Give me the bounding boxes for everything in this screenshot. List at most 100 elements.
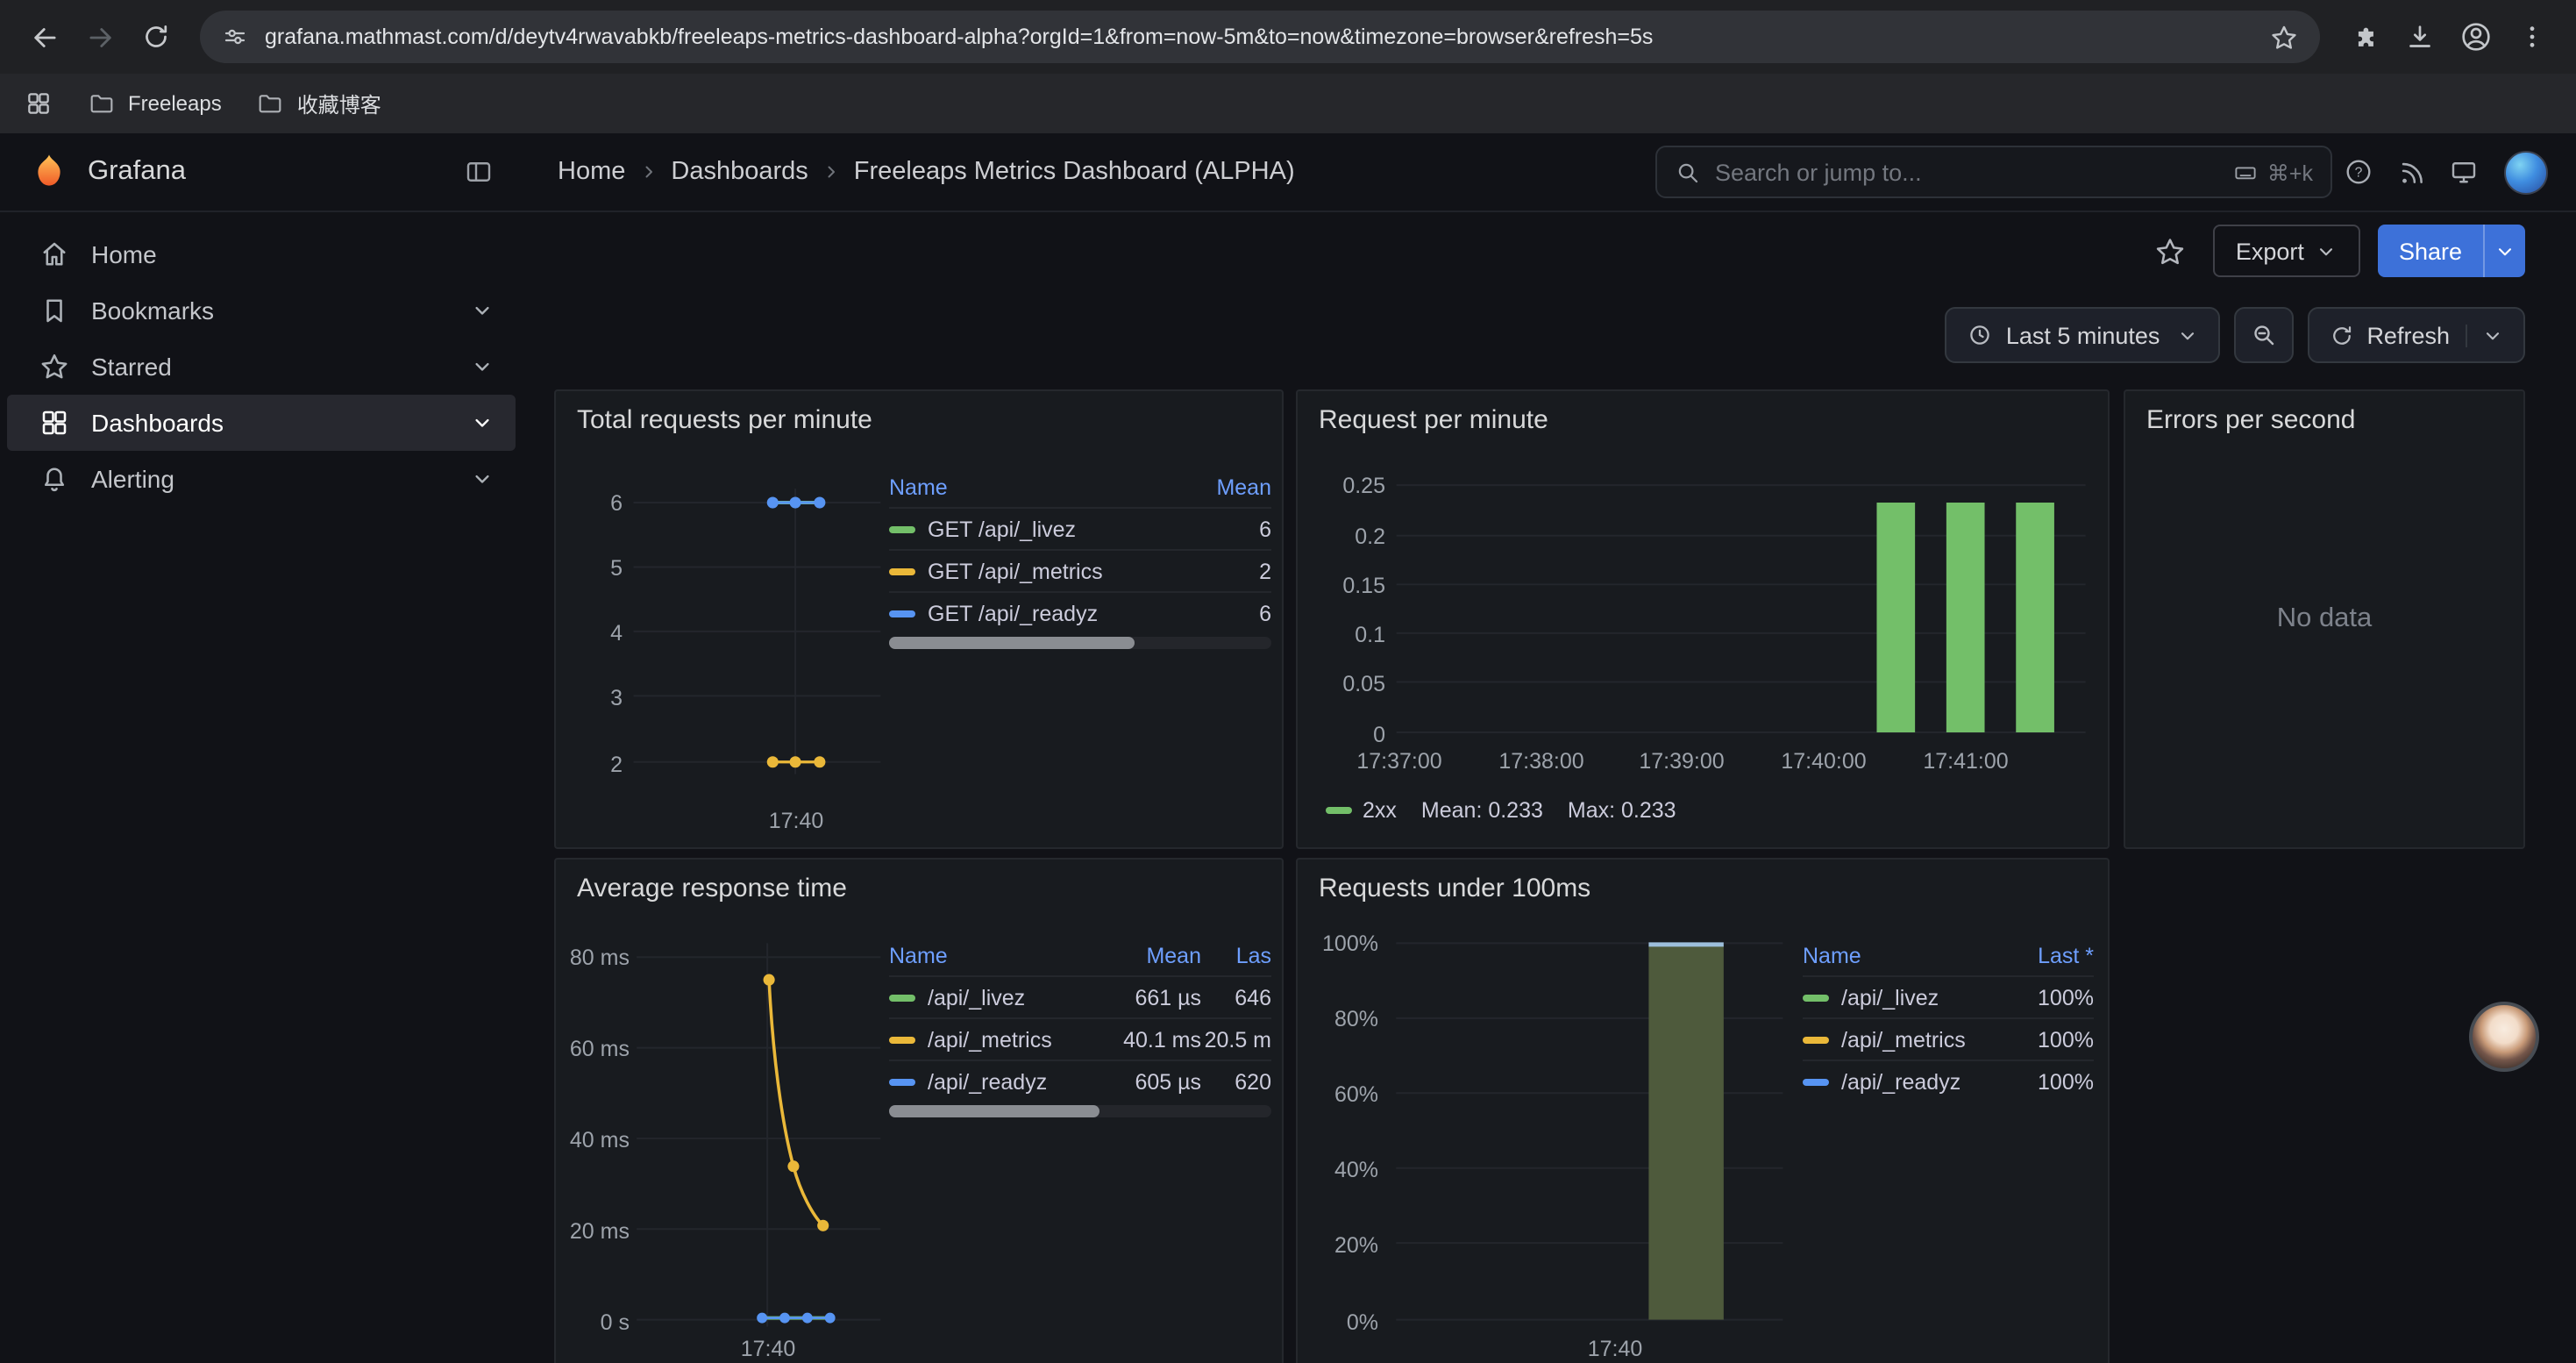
breadcrumb-dashboards[interactable]: Dashboards <box>671 158 808 186</box>
legend-col-name[interactable]: Name <box>1803 944 2010 968</box>
time-range-picker[interactable]: Last 5 minutes <box>1945 307 2220 363</box>
search-box[interactable]: ⌘+k <box>1655 146 2332 198</box>
zoom-out-button[interactable] <box>2233 307 2293 363</box>
x-tick-label: 17:38:00 <box>1485 747 1598 775</box>
news-button[interactable] <box>2385 146 2437 198</box>
browser-menu-button[interactable] <box>2506 11 2558 63</box>
legend-row[interactable]: /api/_metrics 40.1 ms 20.5 m <box>889 1017 1271 1060</box>
legend-col-mean[interactable]: Mean <box>1099 944 1201 968</box>
legend-row[interactable]: /api/_readyz 100% <box>1803 1060 2094 1102</box>
url-bar[interactable]: grafana.mathmast.com/d/deytv4rwavabkb/fr… <box>200 11 2320 63</box>
panel-title[interactable]: Errors per second <box>2146 405 2355 435</box>
user-avatar[interactable] <box>2504 150 2548 194</box>
assistant-avatar-button[interactable] <box>2469 1002 2539 1072</box>
sidebar-item-bookmarks[interactable]: Bookmarks <box>7 282 516 339</box>
chevron-down-icon[interactable] <box>470 467 495 491</box>
folder-icon <box>88 89 116 118</box>
series-name[interactable]: GET /api/_readyz <box>928 601 1098 625</box>
dashboards-grid-icon <box>39 407 70 439</box>
search-shortcut: ⌘+k <box>2232 159 2313 185</box>
time-controls: Last 5 minutes Refresh <box>1945 307 2525 363</box>
profile-icon <box>2459 19 2494 54</box>
sidebar-item-label: Dashboards <box>91 409 224 437</box>
series-name[interactable]: /api/_metrics <box>928 1027 1052 1052</box>
legend-col-name[interactable]: Name <box>889 475 1184 500</box>
y-tick-label: 0.25 <box>1308 472 1385 500</box>
apps-grid-icon[interactable] <box>25 89 53 118</box>
bookmark-label: Freeleaps <box>128 91 222 116</box>
forward-button[interactable] <box>74 11 126 63</box>
legend-scrollbar[interactable] <box>889 1105 1271 1117</box>
legend-rows: /api/_livez 661 µs 646 /api/_metrics 40.… <box>889 975 1271 1102</box>
p2-bar-chart[interactable] <box>1298 391 2108 847</box>
star-icon <box>2154 234 2188 268</box>
series-name[interactable]: GET /api/_livez <box>928 517 1076 541</box>
sidebar-item-alerting[interactable]: Alerting <box>7 451 516 507</box>
panel-average-response-time: Average response time 80 ms60 ms40 ms20 … <box>554 858 1284 1363</box>
extensions-button[interactable] <box>2338 11 2390 63</box>
url-text[interactable]: grafana.mathmast.com/d/deytv4rwavabkb/fr… <box>265 25 2253 49</box>
legend-row[interactable]: /api/_readyz 605 µs 620 <box>889 1060 1271 1102</box>
y-axis: 65432 <box>573 391 623 847</box>
export-button[interactable]: Export <box>2213 225 2360 277</box>
breadcrumb-current: Freeleaps Metrics Dashboard (ALPHA) <box>854 158 1295 186</box>
series-name[interactable]: /api/_livez <box>1841 985 1939 1010</box>
display-button[interactable] <box>2437 146 2490 198</box>
refresh-button[interactable]: Refresh <box>2307 307 2525 363</box>
legend-item[interactable]: 2xx <box>1326 798 1397 823</box>
chevron-down-icon[interactable] <box>470 354 495 379</box>
series-last: 100% <box>2010 1027 2094 1052</box>
forward-icon <box>83 20 117 54</box>
series-last: 100% <box>2010 985 2094 1010</box>
series-name[interactable]: /api/_readyz <box>928 1069 1047 1094</box>
series-mean: 6 <box>1184 517 1271 541</box>
legend-row[interactable]: /api/_livez 100% <box>1803 975 2094 1017</box>
legend-table: Name Mean GET /api/_livez 6 GET /api/_me… <box>889 468 1271 633</box>
chevron-right-icon <box>821 161 842 182</box>
breadcrumb-home[interactable]: Home <box>558 158 625 186</box>
legend-col-last[interactable]: Last * <box>2010 944 2094 968</box>
reload-button[interactable] <box>130 11 182 63</box>
bookmark-item-blog[interactable]: 收藏博客 <box>257 89 381 118</box>
chevron-down-icon[interactable] <box>470 410 495 435</box>
help-button[interactable]: ? <box>2332 146 2385 198</box>
sidebar-item-label: Home <box>91 240 157 268</box>
sidebar-item-starred[interactable]: Starred <box>7 339 516 395</box>
download-button[interactable] <box>2394 11 2446 63</box>
scrollbar-thumb[interactable] <box>889 1105 1099 1117</box>
bookmark-item-freeleaps[interactable]: Freeleaps <box>88 89 222 118</box>
download-icon <box>2404 21 2436 53</box>
series-name[interactable]: 2xx <box>1363 798 1397 823</box>
legend-col-mean[interactable]: Mean <box>1184 475 1271 500</box>
p5-bar-chart[interactable] <box>1298 860 2108 1363</box>
search-input[interactable] <box>1715 159 2218 185</box>
y-tick-label: 60% <box>1305 1081 1378 1109</box>
series-name[interactable]: /api/_livez <box>928 985 1025 1010</box>
sidebar-toggle-button[interactable] <box>452 146 505 198</box>
legend-row[interactable]: /api/_livez 661 µs 646 <box>889 975 1271 1017</box>
favorite-dashboard-button[interactable] <box>2146 226 2195 275</box>
share-button[interactable]: Share <box>2378 225 2483 277</box>
sidebar-item-dashboards[interactable]: Dashboards <box>7 395 516 451</box>
legend-row[interactable]: GET /api/_livez 6 <box>889 507 1271 549</box>
series-name[interactable]: /api/_readyz <box>1841 1069 1960 1094</box>
legend-col-name[interactable]: Name <box>889 944 1099 968</box>
legend-scrollbar[interactable] <box>889 637 1271 649</box>
series-name[interactable]: GET /api/_metrics <box>928 559 1103 583</box>
grafana-logo-icon[interactable] <box>28 151 70 193</box>
legend-col-last[interactable]: Las <box>1201 944 1271 968</box>
site-info-icon[interactable] <box>221 23 249 51</box>
series-name[interactable]: /api/_metrics <box>1841 1027 1966 1052</box>
series-color-dash <box>889 525 915 532</box>
sidebar-item-home[interactable]: Home <box>7 226 516 282</box>
legend-row[interactable]: GET /api/_readyz 6 <box>889 591 1271 633</box>
profile-button[interactable] <box>2450 11 2502 63</box>
legend-row[interactable]: /api/_metrics 100% <box>1803 1017 2094 1060</box>
share-menu-button[interactable] <box>2483 225 2525 277</box>
refresh-interval-button[interactable] <box>2466 324 2504 346</box>
chevron-down-icon[interactable] <box>470 298 495 323</box>
scrollbar-thumb[interactable] <box>889 637 1135 649</box>
bookmark-star-icon[interactable] <box>2269 22 2299 52</box>
legend-row[interactable]: GET /api/_metrics 2 <box>889 549 1271 591</box>
back-button[interactable] <box>18 11 70 63</box>
